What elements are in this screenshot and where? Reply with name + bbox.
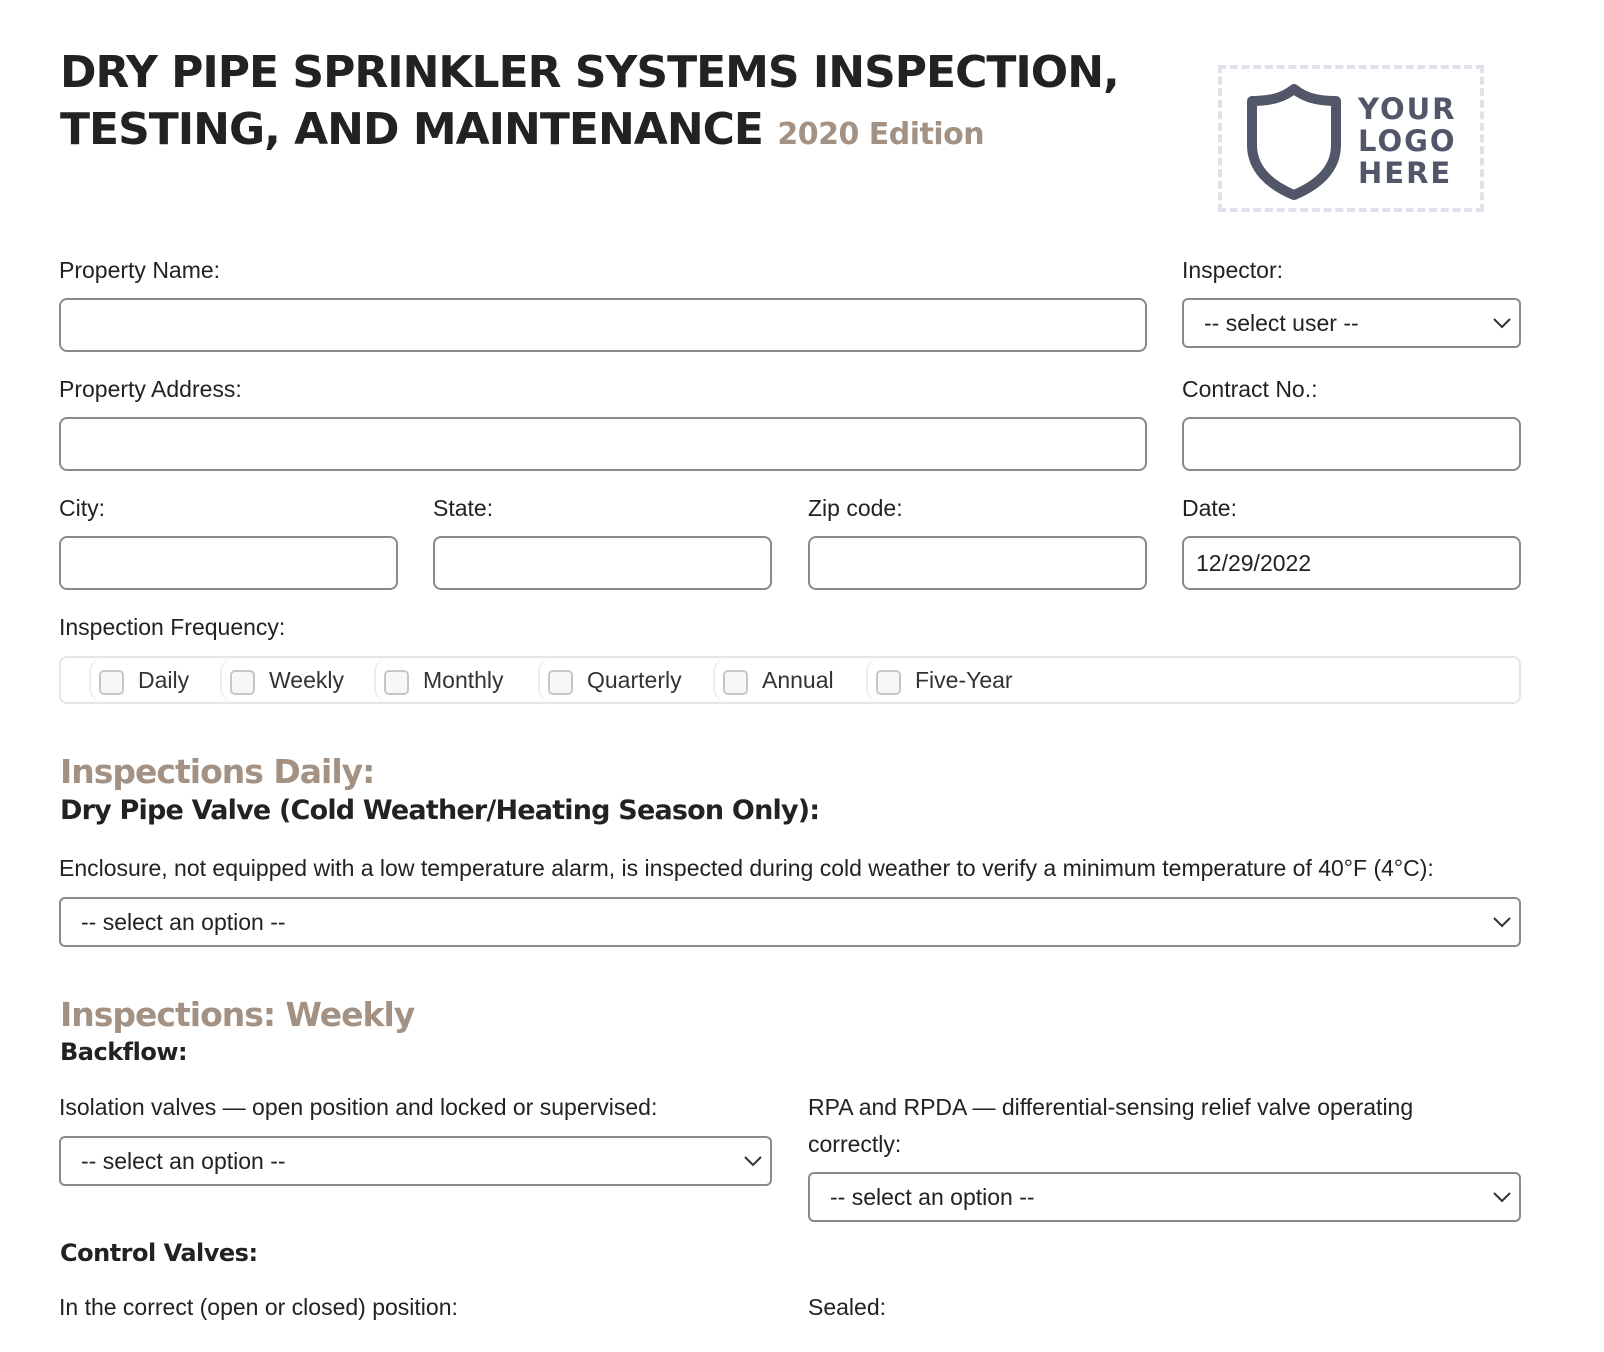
frequency-option-annual[interactable]: Annual — [713, 658, 834, 702]
subheading-control-valves: Control Valves: — [60, 1239, 258, 1267]
logo-placeholder: YOUR LOGO HERE — [1218, 65, 1484, 212]
state-input[interactable] — [433, 536, 772, 590]
property-address-input[interactable] — [59, 417, 1147, 471]
logo-line: HERE — [1358, 156, 1453, 190]
frequency-option-label: Quarterly — [587, 666, 682, 693]
sealed-label: Sealed: — [808, 1294, 887, 1320]
state-label: State: — [433, 495, 494, 521]
checkbox[interactable] — [548, 669, 573, 695]
property-name-input[interactable] — [59, 298, 1147, 352]
logo-line: LOGO — [1358, 124, 1457, 158]
enclosure-temperature-select[interactable]: -- select an option -- — [59, 897, 1521, 947]
frequency-option-label: Five-Year — [915, 666, 1013, 693]
rpa-rpda-select[interactable]: -- select an option -- — [808, 1172, 1521, 1222]
contract-no-input[interactable] — [1182, 417, 1521, 471]
rpa-rpda-label-line-2: correctly: — [808, 1131, 902, 1157]
section-heading-weekly: Inspections: Weekly — [60, 995, 415, 1034]
contract-no-label: Contract No.: — [1182, 376, 1318, 402]
frequency-option-five-year[interactable]: Five-Year — [866, 658, 1013, 702]
chevron-down-icon — [744, 1156, 762, 1167]
property-address-label: Property Address: — [59, 376, 242, 402]
logo-line: YOUR — [1358, 92, 1457, 126]
inspection-frequency-label: Inspection Frequency: — [59, 614, 286, 640]
enclosure-temperature-label: Enclosure, not equipped with a low tempe… — [59, 855, 1434, 881]
title-line-1: DRY PIPE SPRINKLER SYSTEMS INSPECTION, — [60, 47, 1120, 98]
subheading-backflow: Backflow: — [60, 1038, 188, 1066]
chevron-down-icon — [1493, 917, 1511, 928]
shield-icon — [1247, 84, 1341, 200]
title-line-2-text: TESTING, AND MAINTENANCE — [60, 104, 764, 155]
page-title: DRY PIPE SPRINKLER SYSTEMS INSPECTION, T… — [60, 44, 1160, 163]
rpa-rpda-selected: -- select an option -- — [830, 1183, 1035, 1210]
frequency-option-monthly[interactable]: Monthly — [374, 658, 504, 702]
chevron-down-icon — [1493, 318, 1511, 329]
frequency-option-label: Monthly — [423, 666, 504, 693]
frequency-option-daily[interactable]: Daily — [89, 658, 189, 702]
frequency-option-quarterly[interactable]: Quarterly — [538, 658, 682, 702]
correct-position-label: In the correct (open or closed) position… — [59, 1294, 458, 1320]
title-line-2: TESTING, AND MAINTENANCE 2020 Edition — [60, 101, 1160, 163]
frequency-option-label: Annual — [762, 666, 834, 693]
logo-text: YOUR LOGO HERE — [1358, 93, 1457, 189]
checkbox[interactable] — [384, 669, 409, 695]
city-input[interactable] — [59, 536, 398, 590]
checkbox[interactable] — [230, 669, 255, 695]
subheading-dry-pipe-valve: Dry Pipe Valve (Cold Weather/Heating Sea… — [60, 795, 820, 826]
enclosure-temperature-selected: -- select an option -- — [81, 908, 286, 935]
chevron-down-icon — [1493, 1192, 1511, 1203]
rpa-rpda-label-line-1: RPA and RPDA — differential-sensing reli… — [808, 1094, 1414, 1120]
checkbox[interactable] — [723, 669, 748, 695]
checkbox[interactable] — [99, 669, 124, 695]
isolation-valves-select[interactable]: -- select an option -- — [59, 1136, 772, 1186]
isolation-valves-selected: -- select an option -- — [81, 1147, 286, 1174]
frequency-option-label: Weekly — [269, 666, 344, 693]
section-heading-daily: Inspections Daily: — [60, 752, 375, 791]
city-label: City: — [59, 495, 105, 521]
inspector-select[interactable]: -- select user -- — [1182, 298, 1521, 348]
checkbox[interactable] — [876, 669, 901, 695]
zip-code-input[interactable] — [808, 536, 1147, 590]
date-input[interactable]: 12/29/2022 — [1182, 536, 1521, 590]
edition-label: 2020 Edition — [777, 117, 985, 152]
isolation-valves-label: Isolation valves — open position and loc… — [59, 1094, 658, 1120]
inspection-frequency-group: Daily Weekly Monthly Quarterly Annual Fi… — [59, 656, 1521, 704]
inspector-label: Inspector: — [1182, 257, 1283, 283]
date-label: Date: — [1182, 495, 1237, 521]
frequency-option-label: Daily — [138, 666, 190, 693]
inspector-selected: -- select user -- — [1204, 309, 1359, 336]
property-name-label: Property Name: — [59, 257, 221, 283]
zip-code-label: Zip code: — [808, 495, 903, 521]
frequency-option-weekly[interactable]: Weekly — [220, 658, 344, 702]
